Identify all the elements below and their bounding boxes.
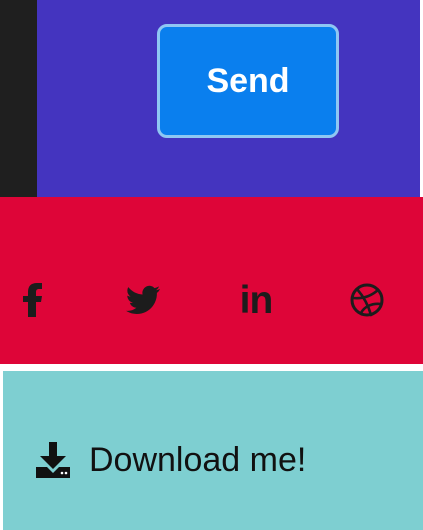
download-label: Download me! <box>89 441 307 479</box>
social-links-bar: in <box>0 197 423 364</box>
dribbble-icon <box>349 282 385 318</box>
send-button[interactable]: Send <box>157 24 339 138</box>
download-link[interactable]: Download me! <box>31 434 306 486</box>
download-icon <box>31 440 75 480</box>
dribbble-link[interactable] <box>346 279 388 321</box>
page: Send in Download me! <box>0 0 423 530</box>
linkedin-icon: in <box>239 278 274 322</box>
left-dark-strip <box>0 0 37 197</box>
facebook-link[interactable] <box>12 279 54 321</box>
twitter-link[interactable] <box>122 279 164 321</box>
facebook-icon <box>21 283 45 317</box>
form-panel: Send <box>37 0 420 197</box>
twitter-icon <box>125 285 161 315</box>
linkedin-link[interactable]: in <box>235 279 277 321</box>
download-panel: Download me! <box>3 371 423 530</box>
